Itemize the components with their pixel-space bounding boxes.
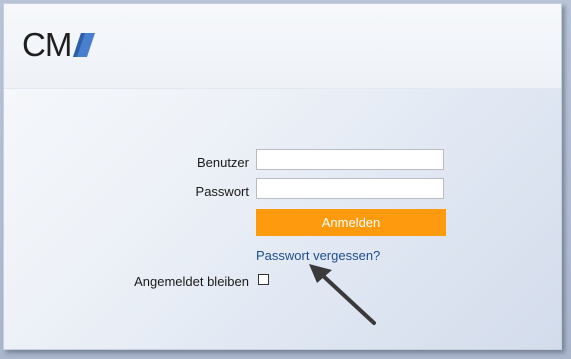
header-band: CM — [4, 4, 561, 89]
username-label: Benutzer — [196, 155, 249, 170]
cm-logo: CM — [22, 26, 96, 63]
remember-me-checkbox[interactable] — [258, 274, 269, 285]
login-button[interactable]: Anmelden — [256, 209, 446, 236]
login-panel: CM Benutzer Passwort Anmelden Passwort v… — [3, 3, 562, 350]
password-label: Passwort — [195, 184, 249, 199]
logo-slash-icon — [73, 33, 96, 57]
username-input[interactable] — [256, 149, 444, 170]
password-input[interactable] — [256, 178, 444, 199]
window-frame: CM Benutzer Passwort Anmelden Passwort v… — [0, 0, 571, 359]
logo-text: CM — [22, 26, 72, 63]
remember-me-label: Angemeldet bleiben — [134, 274, 249, 289]
arrow-pointer-icon — [309, 264, 376, 325]
